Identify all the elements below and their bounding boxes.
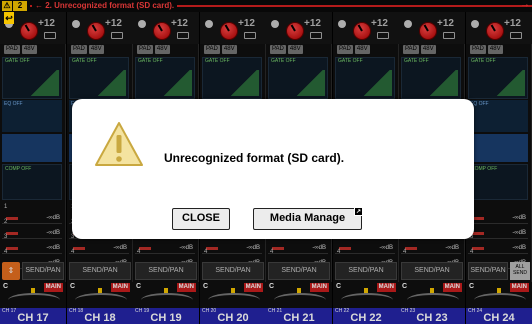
dialog-message: Unrecognized format (SD card). xyxy=(164,151,345,165)
external-link-icon: ↗ xyxy=(354,207,363,216)
close-button[interactable]: CLOSE xyxy=(172,208,230,230)
warning-triangle-icon xyxy=(95,122,143,166)
media-manage-label: Media Manage xyxy=(269,212,346,224)
back-icon[interactable]: ↩ xyxy=(4,12,14,24)
error-dialog: Unrecognized format (SD card). CLOSE Med… xyxy=(72,99,474,239)
media-manage-button[interactable]: Media Manage ↗ xyxy=(253,207,363,230)
